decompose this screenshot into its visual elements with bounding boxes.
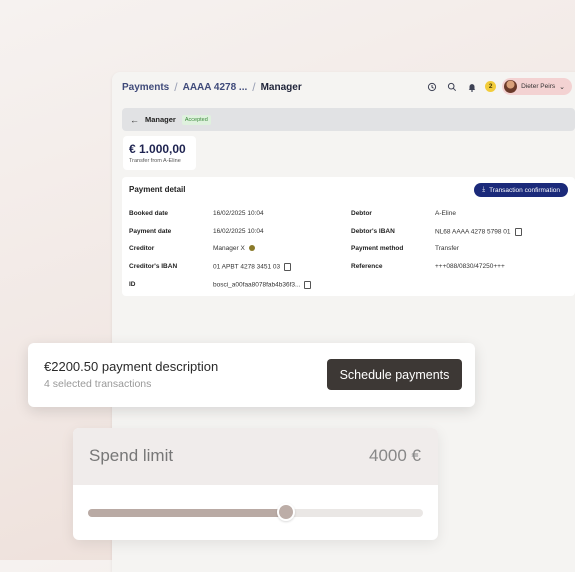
- breadcrumb-current: Manager: [260, 81, 302, 93]
- status-badge: Accepted: [181, 114, 211, 125]
- copy-icon[interactable]: [514, 228, 522, 236]
- detail-label-id: ID: [129, 281, 136, 288]
- payment-description: €2200.50 payment description: [44, 359, 219, 374]
- spend-limit-slider[interactable]: [88, 503, 423, 521]
- detail-value-debtor-iban: NL68 AAAA 4278 5798 01: [435, 228, 522, 236]
- schedule-payments-button[interactable]: Schedule payments: [327, 359, 462, 390]
- detail-label-booked-date: Booked date: [129, 210, 169, 217]
- spend-limit-label: Spend limit: [89, 446, 174, 465]
- schedule-payments-card: €2200.50 payment description 4 selected …: [28, 343, 475, 407]
- slider-thumb[interactable]: [276, 503, 295, 521]
- breadcrumb-separator: /: [252, 80, 256, 94]
- manager-title: Manager: [145, 115, 176, 124]
- payment-detail-card: Payment detail ⤓ Transaction confirmatio…: [122, 177, 575, 296]
- detail-label-payment-method: Payment method: [351, 245, 404, 252]
- detail-value-creditor: Manager X: [213, 245, 255, 252]
- arrow-left-icon[interactable]: ←: [130, 115, 139, 125]
- transaction-confirmation-button[interactable]: ⤓ Transaction confirmation: [474, 183, 568, 197]
- amount-value: € 1.000,00: [129, 142, 186, 156]
- avatar: [504, 80, 518, 93]
- topbar-actions: 2 Dieter Peirs ⌄: [425, 78, 572, 95]
- payment-detail-title: Payment detail: [129, 185, 186, 194]
- amount-card: € 1.000,00 Transfer from A-Eline: [123, 136, 196, 170]
- user-menu[interactable]: Dieter Peirs ⌄: [502, 78, 572, 95]
- copy-icon[interactable]: [284, 263, 292, 271]
- detail-label-creditor: Creditor: [129, 245, 155, 252]
- transaction-confirmation-label: Transaction confirmation: [489, 186, 560, 194]
- detail-value-reference: +++088/0830/47250+++: [435, 263, 505, 270]
- user-name: Dieter Peirs: [521, 83, 556, 90]
- history-icon[interactable]: [425, 80, 439, 94]
- spend-limit-value: 4000 €: [369, 446, 421, 465]
- breadcrumb-account[interactable]: AAAA 4278 ...: [183, 82, 248, 93]
- spend-limit-card: Spend limit 4000 €: [73, 428, 438, 540]
- detail-label-reference: Reference: [351, 263, 383, 270]
- detail-value-debtor: A-Eline: [435, 210, 456, 217]
- top-bar: Payments / AAAA 4278 ... / Manager 2 Die…: [112, 72, 575, 102]
- detail-value-creditor-iban: 01 APBT 4278 3451 03: [213, 263, 292, 271]
- detail-value-booked-date: 16/02/2025 10:04: [213, 210, 264, 217]
- notification-count-badge: 2: [485, 81, 497, 92]
- manager-header-bar: ← Manager Accepted: [122, 108, 575, 131]
- breadcrumb: Payments / AAAA 4278 ... / Manager: [122, 80, 302, 94]
- copy-icon[interactable]: [304, 281, 312, 289]
- detail-value-payment-method: Transfer: [435, 245, 459, 252]
- info-icon[interactable]: [248, 245, 255, 252]
- detail-label-debtor: Debtor: [351, 210, 372, 217]
- search-icon[interactable]: [445, 80, 459, 94]
- detail-label-creditor-iban: Creditor's IBAN: [129, 263, 178, 270]
- chevron-down-icon: ⌄: [559, 83, 565, 91]
- download-icon: ⤓: [482, 186, 486, 193]
- breadcrumb-separator: /: [174, 80, 178, 94]
- slider-fill: [88, 509, 286, 517]
- selected-transactions-count: 4 selected transactions: [44, 378, 152, 390]
- bell-icon[interactable]: [465, 80, 479, 94]
- detail-value-id: bosci_a00faa8078fab4b36f3...: [213, 281, 312, 289]
- detail-label-payment-date: Payment date: [129, 228, 172, 235]
- detail-value-payment-date: 16/02/2025 10:04: [213, 228, 264, 235]
- detail-label-debtor-iban: Debtor's IBAN: [351, 228, 395, 235]
- amount-subtitle: Transfer from A-Eline: [129, 158, 181, 164]
- spend-limit-header: Spend limit 4000 €: [73, 428, 438, 485]
- breadcrumb-payments[interactable]: Payments: [122, 82, 169, 93]
